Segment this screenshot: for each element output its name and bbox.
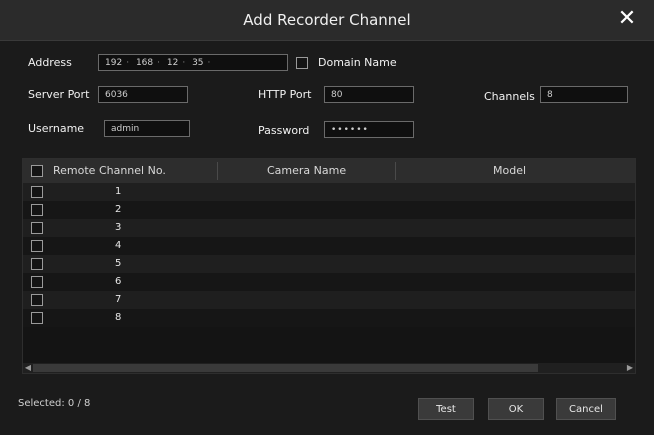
table-row[interactable]: 3 <box>23 219 635 237</box>
remote-channel-number: 7 <box>115 294 122 305</box>
password-input[interactable]: •••••• <box>324 121 414 138</box>
dialog-title: Add Recorder Channel <box>243 11 411 29</box>
ip-octet-2: 168 <box>135 58 154 68</box>
table-row[interactable]: 1 <box>23 183 635 201</box>
ip-separator: · <box>207 58 211 68</box>
scroll-left-icon[interactable]: ◀ <box>23 363 33 373</box>
channels-input[interactable]: 8 <box>540 86 628 103</box>
row-checkbox[interactable] <box>31 258 43 270</box>
column-header-remote-channel[interactable]: Remote Channel No. <box>53 159 166 183</box>
remote-channel-number: 4 <box>115 240 122 251</box>
scroll-right-icon[interactable]: ▶ <box>625 363 635 373</box>
column-header-model[interactable]: Model <box>493 159 526 183</box>
ip-octet-3: 12 <box>166 58 179 68</box>
server-port-label: Server Port <box>28 88 90 101</box>
table-row[interactable]: 7 <box>23 291 635 309</box>
address-ip-input[interactable]: 192 · 168 · 12 · 35 · <box>98 54 288 71</box>
dialog-titlebar: Add Recorder Channel ✕ <box>0 0 654 41</box>
password-label: Password <box>258 124 310 137</box>
domain-name-label: Domain Name <box>318 56 397 69</box>
table-row[interactable]: 5 <box>23 255 635 273</box>
ip-separator: · <box>126 58 130 68</box>
ip-octet-1: 192 <box>105 58 123 68</box>
row-checkbox[interactable] <box>31 312 43 324</box>
username-input[interactable]: admin <box>104 120 190 137</box>
remote-channel-number: 8 <box>115 312 122 323</box>
remote-channel-number: 6 <box>115 276 122 287</box>
row-checkbox[interactable] <box>31 222 43 234</box>
table-row[interactable]: 6 <box>23 273 635 291</box>
row-checkbox[interactable] <box>31 186 43 198</box>
column-divider[interactable] <box>395 162 396 180</box>
table-header: Remote Channel No. Camera Name Model <box>23 159 635 184</box>
column-divider[interactable] <box>217 162 218 180</box>
http-port-input[interactable]: 80 <box>324 86 414 103</box>
remote-channel-number: 5 <box>115 258 122 269</box>
scrollbar-thumb[interactable] <box>33 364 538 372</box>
remote-channel-number: 2 <box>115 204 122 215</box>
column-header-camera-name[interactable]: Camera Name <box>267 159 346 183</box>
select-all-checkbox[interactable] <box>31 165 43 177</box>
remote-channel-number: 3 <box>115 222 122 233</box>
row-checkbox[interactable] <box>31 276 43 288</box>
server-port-input[interactable]: 6036 <box>98 86 188 103</box>
cancel-button[interactable]: Cancel <box>556 398 616 420</box>
table-row[interactable]: 8 <box>23 309 635 327</box>
row-checkbox[interactable] <box>31 204 43 216</box>
close-icon[interactable]: ✕ <box>614 6 640 32</box>
address-label: Address <box>28 56 72 69</box>
ok-button[interactable]: OK <box>488 398 544 420</box>
remote-channel-number: 1 <box>115 186 122 197</box>
ip-separator: · <box>157 58 160 68</box>
table-row[interactable]: 2 <box>23 201 635 219</box>
selected-count: Selected: 0 / 8 <box>18 398 91 409</box>
row-checkbox[interactable] <box>31 240 43 252</box>
channel-table: Remote Channel No. Camera Name Model 1 2… <box>22 158 636 374</box>
horizontal-scrollbar[interactable]: ◀ ▶ <box>23 363 635 373</box>
username-label: Username <box>28 122 85 135</box>
table-row[interactable]: 4 <box>23 237 635 255</box>
test-button[interactable]: Test <box>418 398 474 420</box>
row-checkbox[interactable] <box>31 294 43 306</box>
domain-name-checkbox[interactable] <box>296 57 308 69</box>
ip-separator: · <box>182 58 186 68</box>
channels-label: Channels <box>484 90 535 103</box>
ip-octet-4: 35 <box>192 58 204 68</box>
http-port-label: HTTP Port <box>258 88 312 101</box>
